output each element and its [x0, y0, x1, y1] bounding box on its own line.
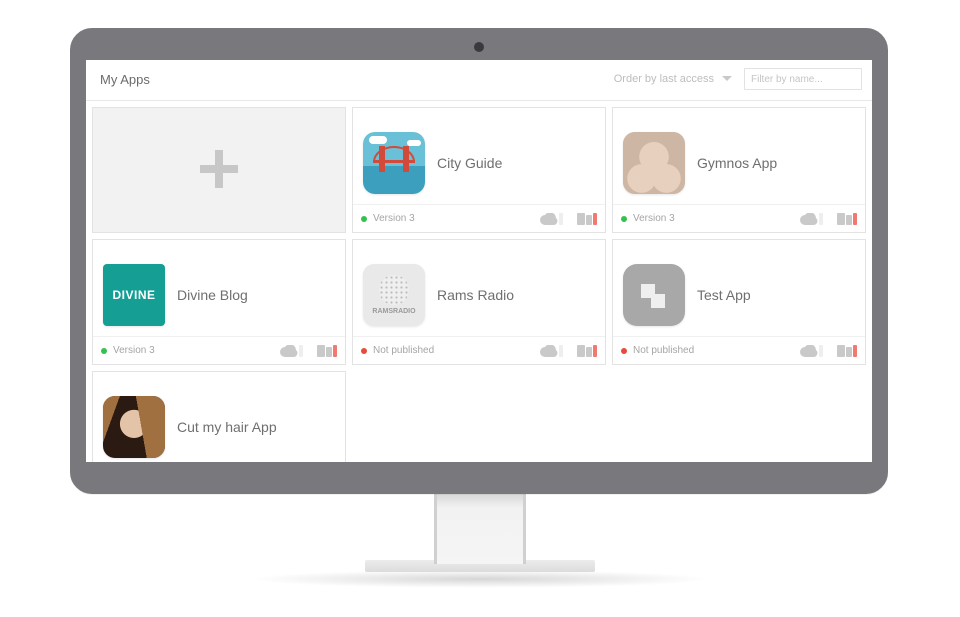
- app-card-footer: Version 3: [353, 204, 605, 232]
- app-card-footer: Not published: [613, 336, 865, 364]
- chevron-down-icon: [722, 76, 732, 82]
- device-indicator-icon: [577, 345, 597, 357]
- app-icon-label: DIVINE: [112, 288, 155, 302]
- app-card-cut-my-hair[interactable]: Cut my hair App Not published: [92, 371, 346, 462]
- app-name-label: Rams Radio: [437, 287, 514, 303]
- cloud-indicator-icon: [280, 345, 303, 357]
- monitor-bezel: My Apps Order by last access: [70, 28, 888, 494]
- status-dot-icon: [101, 348, 107, 354]
- order-by-select[interactable]: Order by last access: [614, 73, 732, 85]
- app-icon-label: RAMSRADIO: [372, 308, 415, 315]
- app-card-city-guide[interactable]: City Guide Version 3: [352, 107, 606, 233]
- app-card-footer: Version 3: [93, 336, 345, 364]
- plus-icon: [200, 150, 238, 191]
- filter-input[interactable]: [751, 74, 872, 85]
- app-name-label: City Guide: [437, 155, 502, 171]
- device-indicator-icon: [837, 213, 857, 225]
- device-indicator-icon: [577, 213, 597, 225]
- app-icon: DIVINE: [103, 264, 165, 326]
- app-card-divine-blog[interactable]: DIVINE Divine Blog Version 3: [92, 239, 346, 365]
- filter-field[interactable]: [744, 68, 862, 90]
- app-icon: [623, 132, 685, 194]
- status-dot-icon: [621, 348, 627, 354]
- status-dot-icon: [621, 216, 627, 222]
- cloud-indicator-icon: [540, 345, 563, 357]
- app-card-rams-radio[interactable]: RAMSRADIO Rams Radio Not published: [352, 239, 606, 365]
- stand-shadow: [250, 570, 710, 588]
- app-icon: [103, 396, 165, 458]
- new-app-card[interactable]: [92, 107, 346, 233]
- app-card-gymnos[interactable]: Gymnos App Version 3: [612, 107, 866, 233]
- app-card-test-app[interactable]: Test App Not published: [612, 239, 866, 365]
- status-text: Version 3: [113, 345, 155, 356]
- cloud-indicator-icon: [800, 213, 823, 225]
- cloud-indicator-icon: [800, 345, 823, 357]
- order-by-label: Order by last access: [614, 73, 714, 85]
- header-bar: My Apps Order by last access: [86, 60, 872, 101]
- app-name-label: Gymnos App: [697, 155, 777, 171]
- status-text: Not published: [633, 345, 694, 356]
- status-text: Version 3: [633, 213, 675, 224]
- camera-dot: [474, 42, 484, 52]
- app-icon: [363, 132, 425, 194]
- device-indicator-icon: [837, 345, 857, 357]
- app-card-footer: Not published: [353, 336, 605, 364]
- app-name-label: Cut my hair App: [177, 419, 277, 435]
- cloud-indicator-icon: [540, 213, 563, 225]
- status-dot-icon: [361, 216, 367, 222]
- app-name-label: Test App: [697, 287, 751, 303]
- status-dot-icon: [361, 348, 367, 354]
- status-text: Not published: [373, 345, 434, 356]
- app-screen: My Apps Order by last access: [86, 60, 872, 462]
- status-text: Version 3: [373, 213, 415, 224]
- app-icon: [623, 264, 685, 326]
- device-indicator-icon: [317, 345, 337, 357]
- monitor-stand-neck: [434, 494, 526, 564]
- page-title: My Apps: [100, 72, 150, 87]
- app-name-label: Divine Blog: [177, 287, 248, 303]
- apps-grid: City Guide Version 3: [86, 101, 872, 462]
- app-card-footer: Version 3: [613, 204, 865, 232]
- app-icon: RAMSRADIO: [363, 264, 425, 326]
